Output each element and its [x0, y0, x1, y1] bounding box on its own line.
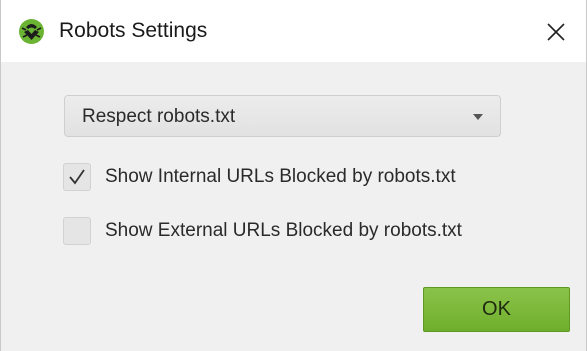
- close-button[interactable]: [535, 12, 577, 52]
- show-external-blocked-checkbox-row[interactable]: Show External URLs Blocked by robots.txt: [63, 216, 563, 246]
- close-icon: [547, 23, 565, 41]
- robots-settings-dialog: Robots Settings Respect robots.txt Show …: [0, 0, 587, 351]
- show-internal-blocked-checkbox-row[interactable]: Show Internal URLs Blocked by robots.txt: [63, 162, 563, 192]
- dialog-title: Robots Settings: [59, 19, 208, 42]
- spider-logo-icon: [18, 18, 45, 45]
- show-external-blocked-checkbox[interactable]: [63, 217, 91, 245]
- show-internal-blocked-checkbox[interactable]: [63, 163, 91, 191]
- ok-button-label: OK: [482, 298, 511, 320]
- checkmark-icon: [69, 169, 85, 185]
- ok-button[interactable]: OK: [423, 287, 570, 332]
- robots-mode-dropdown[interactable]: Respect robots.txt: [64, 95, 501, 137]
- dialog-content: Respect robots.txt Show Internal URLs Bl…: [1, 62, 586, 351]
- chevron-down-icon: [473, 114, 483, 120]
- show-external-blocked-label: Show External URLs Blocked by robots.txt: [105, 220, 462, 241]
- show-internal-blocked-label: Show Internal URLs Blocked by robots.txt: [105, 166, 456, 187]
- title-bar: Robots Settings: [1, 0, 586, 62]
- dropdown-selected-value: Respect robots.txt: [82, 106, 236, 127]
